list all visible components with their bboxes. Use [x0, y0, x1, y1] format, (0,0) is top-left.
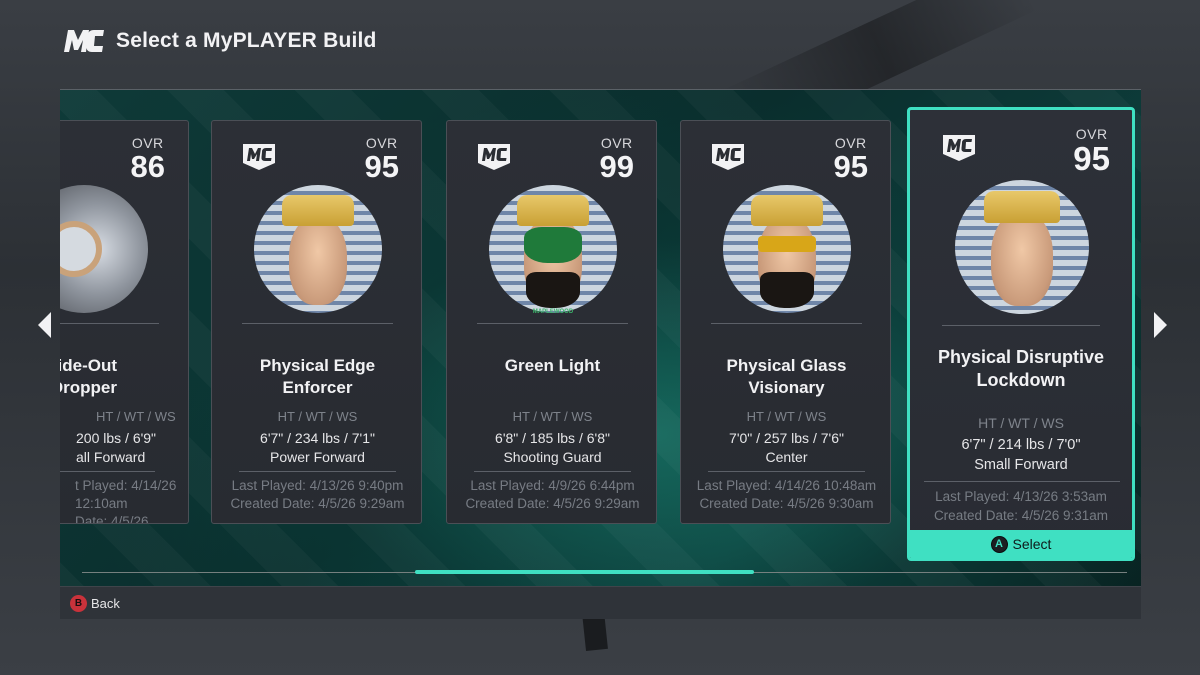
mc-badge-icon — [242, 143, 276, 176]
mc-badge-icon — [711, 143, 745, 176]
divider — [924, 481, 1120, 482]
build-card-selected[interactable]: OVR 95 Physical Disruptive Lockdown HT /… — [907, 107, 1135, 561]
build-card[interactable]: OVR 86 y Inside-Out e-Dropper HT / WT / … — [60, 120, 189, 524]
build-stats: 6'8" / 185 lbs / 6'8" Shooting Guard — [495, 430, 610, 465]
a-button-icon: A — [990, 535, 1008, 553]
player-avatar — [489, 185, 617, 313]
build-card[interactable]: OVR 95 Physical Edge Enforcer HT / WT / … — [211, 120, 422, 524]
build-dates: t Played: 4/14/26 12:10am Date: 4/5/26 9… — [75, 478, 177, 524]
build-name: y Inside-Out e-Dropper — [60, 356, 117, 397]
ovr-rating: OVR 95 — [1073, 126, 1110, 177]
divider — [242, 323, 393, 324]
mc-logo-icon — [62, 28, 106, 54]
build-name: Physical Disruptive Lockdown — [937, 347, 1105, 390]
footer-bar — [60, 586, 1141, 619]
divider — [477, 323, 628, 324]
attributes-label: HT / WT / WS — [96, 409, 176, 424]
divider — [711, 323, 862, 324]
build-stats: 7'0" / 257 lbs / 7'6" Center — [729, 430, 844, 465]
page-title: Select a MyPLAYER Build — [116, 29, 377, 52]
build-stats: 6'7" / 234 lbs / 7'1" Power Forward — [260, 430, 375, 465]
build-card[interactable]: OVR 99 MAPLEWOOD Green Light HT / WT / W… — [446, 120, 657, 524]
divider — [474, 471, 631, 472]
build-name: Physical Glass Visionary — [726, 356, 847, 397]
back-label: Back — [91, 596, 120, 611]
build-dates: Last Played: 4/13/26 3:53am Created Date… — [933, 489, 1109, 523]
divider — [708, 471, 865, 472]
player-avatar — [955, 180, 1089, 314]
build-name: Green Light — [504, 356, 601, 375]
build-dates: Last Played: 4/14/26 10:48am Created Dat… — [696, 478, 877, 511]
build-stats: 200 lbs / 6'9" all Forward — [76, 430, 157, 465]
attributes-label: HT / WT / WS — [746, 409, 827, 424]
select-label: Select — [1012, 536, 1052, 552]
mc-badge-icon — [942, 134, 976, 167]
mc-badge-icon — [477, 143, 511, 176]
header: Select a MyPLAYER Build — [62, 28, 377, 54]
divider — [60, 323, 159, 324]
build-dates: Last Played: 4/9/26 6:44pm Created Date:… — [465, 478, 640, 511]
divider — [239, 471, 396, 472]
player-avatar — [723, 185, 851, 313]
chevron-right-icon[interactable] — [1154, 312, 1167, 338]
scroll-thumb[interactable] — [415, 570, 754, 574]
chevron-left-icon[interactable] — [38, 312, 51, 338]
b-button-icon: B — [70, 595, 87, 612]
ovr-rating: OVR 95 — [833, 135, 868, 184]
attributes-label: HT / WT / WS — [277, 409, 358, 424]
build-name: Physical Edge Enforcer — [259, 356, 376, 397]
build-stats: 6'7" / 214 lbs / 7'0" Small Forward — [961, 437, 1081, 473]
select-button[interactable]: A Select — [910, 530, 1132, 558]
attributes-label: HT / WT / WS — [978, 415, 1064, 431]
build-dates: Last Played: 4/13/26 9:40pm Created Date… — [230, 478, 405, 511]
player-avatar — [254, 185, 382, 313]
divider — [60, 471, 155, 472]
ovr-rating: OVR 86 — [130, 135, 165, 184]
build-card[interactable]: OVR 95 Physical Glass Visionary HT / WT … — [680, 120, 891, 524]
divider — [942, 325, 1100, 326]
ovr-rating: OVR 99 — [599, 135, 634, 184]
attributes-label: HT / WT / WS — [512, 409, 593, 424]
team-logo: MAPLEWOOD — [532, 309, 574, 315]
player-avatar — [60, 185, 148, 313]
back-button[interactable]: B Back — [70, 595, 120, 612]
ovr-rating: OVR 95 — [364, 135, 399, 184]
